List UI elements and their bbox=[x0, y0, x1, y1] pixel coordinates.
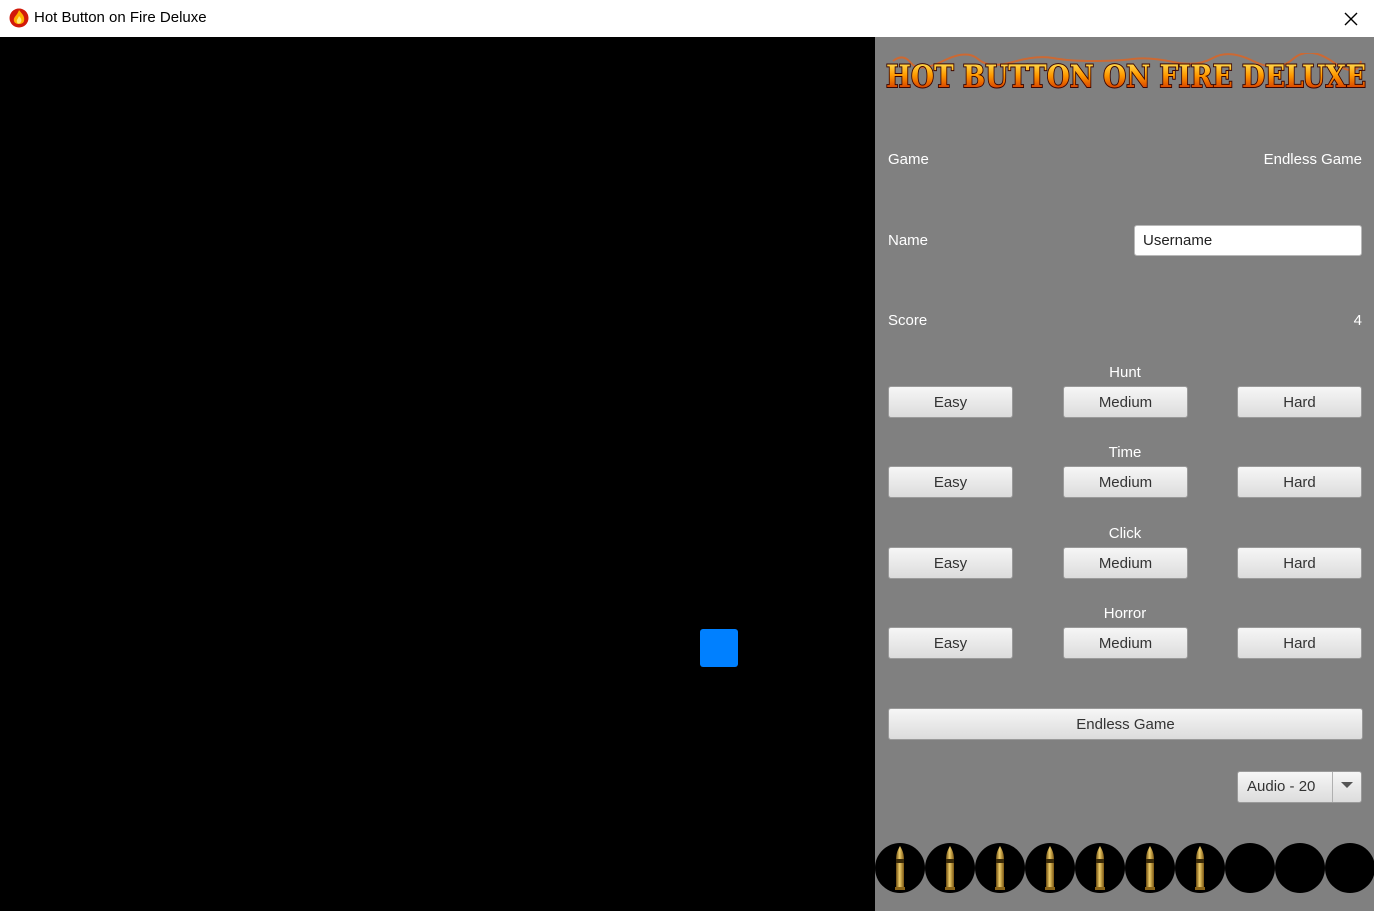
ammo-slot-loaded bbox=[975, 843, 1025, 893]
horror-hard-button[interactable]: Hard bbox=[1237, 627, 1362, 659]
audio-select-value: Audio - 20 bbox=[1247, 778, 1316, 795]
endless-game-button[interactable]: Endless Game bbox=[888, 708, 1363, 740]
game-area[interactable] bbox=[0, 37, 875, 911]
ammo-slot-loaded bbox=[1175, 843, 1225, 893]
ammo-slot-loaded bbox=[1025, 843, 1075, 893]
time-title: Time bbox=[1108, 444, 1142, 461]
ammo-slot-loaded bbox=[1125, 843, 1175, 893]
side-panel: HOT BUTTON ON FIRE DELUXE Game Endless G… bbox=[875, 37, 1374, 911]
hunt-medium-button[interactable]: Medium bbox=[1063, 386, 1188, 418]
horror-easy-button[interactable]: Easy bbox=[888, 627, 1013, 659]
target-square[interactable] bbox=[700, 629, 738, 667]
ammo-slot-loaded bbox=[925, 843, 975, 893]
score-value: 4 bbox=[1353, 312, 1362, 329]
bullet-icon bbox=[1145, 846, 1155, 890]
bullet-icon bbox=[895, 846, 905, 890]
bullet-icon bbox=[1095, 846, 1105, 890]
bullet-icon bbox=[1195, 846, 1205, 890]
click-easy-button[interactable]: Easy bbox=[888, 547, 1013, 579]
ammo-slot-loaded bbox=[1075, 843, 1125, 893]
title-bar: Hot Button on Fire Deluxe bbox=[0, 0, 1374, 37]
audio-select-divider bbox=[1332, 772, 1333, 802]
bullet-icon bbox=[995, 846, 1005, 890]
close-button[interactable] bbox=[1328, 0, 1374, 37]
horror-medium-button[interactable]: Medium bbox=[1063, 627, 1188, 659]
flame-icon bbox=[9, 8, 29, 28]
time-hard-button[interactable]: Hard bbox=[1237, 466, 1362, 498]
score-label: Score bbox=[888, 312, 928, 329]
bullet-icon bbox=[945, 846, 955, 890]
name-input[interactable] bbox=[1134, 225, 1362, 256]
name-label: Name bbox=[888, 232, 929, 249]
time-easy-button[interactable]: Easy bbox=[888, 466, 1013, 498]
game-logo: HOT BUTTON ON FIRE DELUXE bbox=[885, 53, 1367, 96]
horror-title: Horror bbox=[1103, 605, 1147, 622]
hunt-title: Hunt bbox=[1109, 364, 1141, 381]
ammo-slot-empty bbox=[1325, 843, 1374, 893]
ammo-slot-empty bbox=[1225, 843, 1275, 893]
ammo-bar bbox=[875, 843, 1374, 893]
hunt-easy-button[interactable]: Easy bbox=[888, 386, 1013, 418]
audio-select[interactable]: Audio - 20 bbox=[1237, 771, 1362, 803]
game-label: Game bbox=[888, 151, 929, 168]
close-icon bbox=[1344, 12, 1358, 25]
hunt-hard-button[interactable]: Hard bbox=[1237, 386, 1362, 418]
game-value: Endless Game bbox=[1263, 151, 1362, 168]
click-medium-button[interactable]: Medium bbox=[1063, 547, 1188, 579]
time-medium-button[interactable]: Medium bbox=[1063, 466, 1188, 498]
click-hard-button[interactable]: Hard bbox=[1237, 547, 1362, 579]
bullet-icon bbox=[1045, 846, 1055, 890]
ammo-slot-empty bbox=[1275, 843, 1325, 893]
window-title: Hot Button on Fire Deluxe bbox=[34, 9, 207, 26]
click-title: Click bbox=[1108, 525, 1142, 542]
ammo-slot-loaded bbox=[875, 843, 925, 893]
chevron-down-icon[interactable] bbox=[1341, 782, 1353, 788]
svg-text:HOT BUTTON ON FIRE DELUXE: HOT BUTTON ON FIRE DELUXE bbox=[886, 59, 1366, 95]
